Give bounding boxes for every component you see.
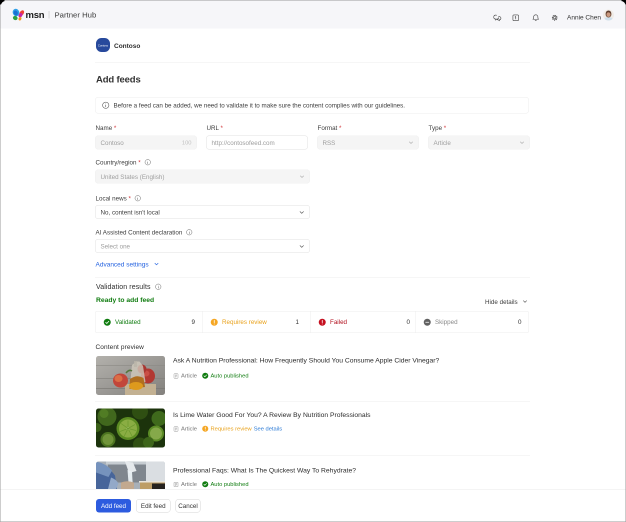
svg-text:Contoso: Contoso (98, 43, 109, 47)
